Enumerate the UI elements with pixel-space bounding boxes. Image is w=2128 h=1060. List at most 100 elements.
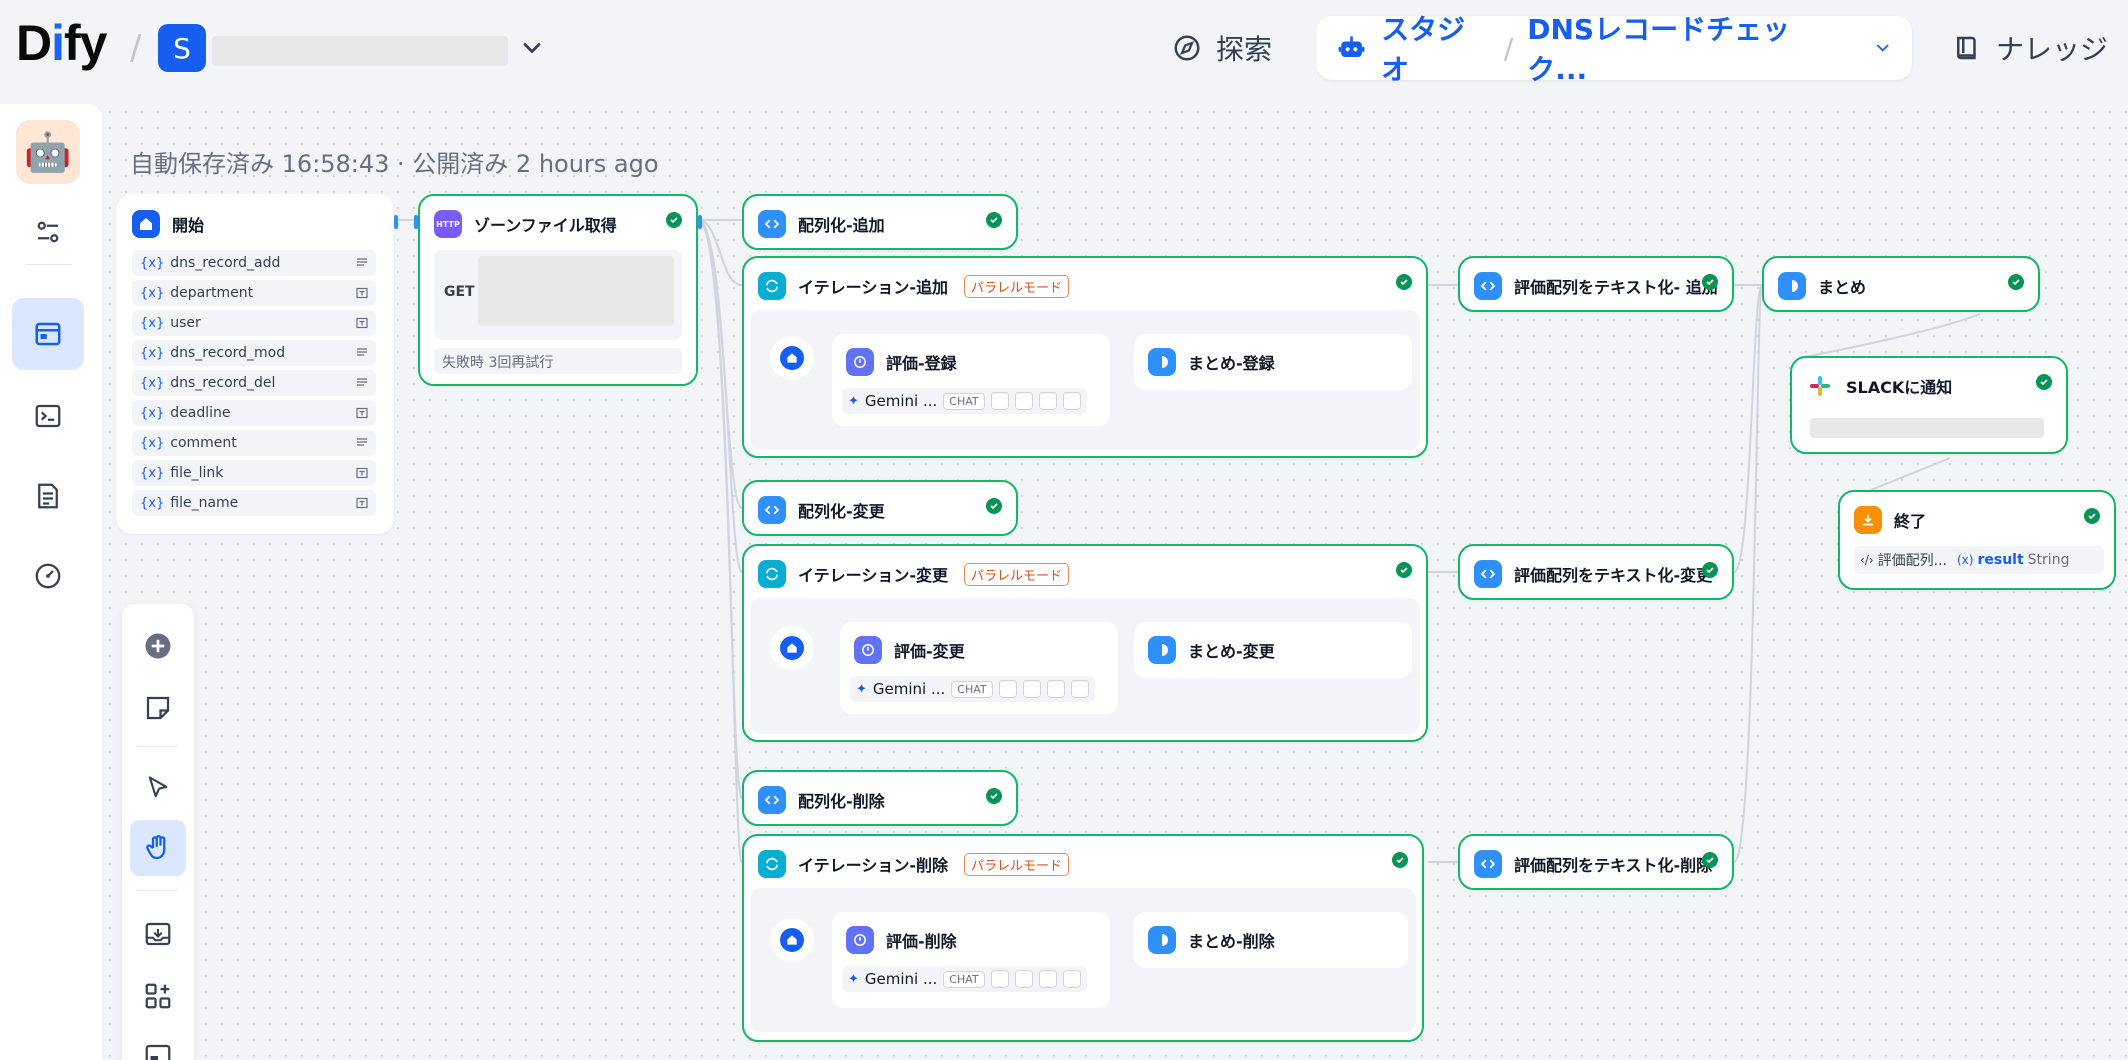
llm-icon [854,636,882,664]
iteration-start[interactable] [770,336,814,380]
gemini-icon: ✦ [856,681,867,697]
output-handle[interactable] [698,215,702,229]
text-input-icon [356,287,368,299]
document-icon [1014,392,1033,410]
model-selector[interactable]: ✦ Gemini ... CHAT [850,676,1095,702]
input-handle[interactable] [414,215,418,229]
paragraph-icon [357,438,367,446]
slack-node[interactable]: SLACKに通知 [1790,356,2068,454]
template-node-sum-del[interactable]: まとめ-削除 [1134,912,1408,968]
code-icon: ‹/› [1860,553,1874,567]
code-node-arr-del[interactable]: 配列化-削除 [742,770,1018,826]
audio-icon [1062,392,1081,410]
model-selector[interactable]: ✦ Gemini ... CHAT [842,966,1087,992]
paragraph-icon [357,378,367,386]
http-request-panel: GET [434,250,682,340]
slack-icon [1806,372,1834,400]
code-node-text-del[interactable]: 評価配列をテキスト化-削除 [1458,834,1734,890]
start-var-row[interactable]: {x} department [132,280,376,306]
code-icon [758,210,786,238]
iteration-body: 評価-登録 ✦ Gemini ... CHAT まとめ-登録 [750,310,1420,450]
organize-blocks-button[interactable] [130,968,186,1024]
hand-icon [146,835,166,860]
iteration-start[interactable] [770,918,814,962]
paragraph-icon [357,258,367,266]
start-var-row[interactable]: {x} dns_record_mod [132,340,376,366]
pointer-mode-button[interactable] [130,760,186,816]
code-node-arr-add[interactable]: 配列化-追加 [742,194,1018,250]
home-icon [780,928,804,952]
add-note-button[interactable] [130,680,186,736]
success-check-icon [986,788,1002,804]
add-node-button[interactable] [130,618,186,674]
code-node-arr-mod[interactable]: 配列化-変更 [742,480,1018,536]
success-check-icon [1396,562,1412,578]
success-check-icon [986,212,1002,228]
export-image-button[interactable] [130,906,186,962]
code-node-text-add[interactable]: 評価配列をテキスト化- 追加 [1458,256,1734,312]
start-var-row[interactable]: {x} dns_record_del [132,370,376,396]
paragraph-icon [357,348,367,356]
template-icon [1778,272,1806,300]
success-check-icon [2008,274,2024,290]
loop-icon [758,850,786,878]
code-icon [1474,560,1502,588]
text-input-icon [356,497,368,509]
success-check-icon [2084,508,2100,524]
loop-icon [758,272,786,300]
document-icon [1022,680,1041,698]
iteration-node-add[interactable]: イテレーション-追加 パラレルモード 評価-登録 ✦ Gemini ... CHAT … [742,256,1428,458]
canvas-toolbar [122,604,194,1060]
gemini-icon: ✦ [848,393,859,409]
home-icon [780,636,804,660]
output-handle[interactable] [394,215,398,229]
start-var-row[interactable]: {x} comment [132,430,376,456]
http-request-node[interactable]: HTTP ゾーンファイル取得 GET 失敗時 3回再試行 [414,194,702,386]
llm-node-eval-del[interactable]: 評価-削除 ✦ Gemini ... CHAT [832,912,1110,1008]
parallel-mode-badge: パラレルモード [964,852,1070,876]
start-var-row[interactable]: {x} file_name [132,490,376,516]
plus-circle-icon [145,633,171,659]
iteration-node-mod[interactable]: イテレーション-変更 パラレルモード 評価-変更 ✦ Gemini ... CHAT … [742,544,1428,742]
retry-info: 失敗時 3回再試行 [434,348,682,374]
video-icon [1046,680,1065,698]
start-var-row[interactable]: {x} file_link [132,460,376,486]
http-icon: HTTP [434,210,462,238]
success-check-icon [1702,562,1718,578]
hand-mode-button[interactable] [130,820,186,876]
model-selector[interactable]: ✦ Gemini ... CHAT [842,388,1087,414]
start-node[interactable]: 開始 {x} dns_record_add {x} department {x} us… [116,194,398,534]
template-icon [1148,348,1176,376]
start-var-row[interactable]: {x} user [132,310,376,336]
success-check-icon [1392,852,1408,868]
start-var-row[interactable]: {x} dns_record_add [132,250,376,276]
template-node-sum-mod[interactable]: まとめ-変更 [1134,622,1412,678]
template-node-summary[interactable]: まとめ [1762,256,2040,312]
iteration-start[interactable] [770,626,814,670]
start-var-row[interactable]: {x} deadline [132,400,376,426]
code-icon [758,786,786,814]
code-icon [1474,272,1502,300]
home-icon [780,346,804,370]
end-output-var[interactable]: ‹/› 評価配列... (x) result String [1854,546,2104,574]
slack-config-redacted [1810,418,2044,438]
minimap-button[interactable] [130,1028,186,1060]
map-icon [145,1044,171,1060]
image-download-icon [145,922,171,946]
text-input-icon [356,317,368,329]
sticky-note-icon [146,696,170,720]
document-icon [1014,970,1033,988]
end-node[interactable]: 終了 ‹/› 評価配列... (x) result String [1838,490,2116,590]
llm-node-eval-mod[interactable]: 評価-変更 ✦ Gemini ... CHAT [840,622,1118,714]
iteration-node-del[interactable]: イテレーション-削除 パラレルモード 評価-削除 ✦ Gemini ... CHAT … [742,834,1424,1042]
code-node-text-mod[interactable]: 評価配列をテキスト化-変更 [1458,544,1734,600]
parallel-mode-badge: パラレルモード [964,274,1070,298]
url-redacted [478,256,674,326]
cursor-icon [148,776,168,798]
parallel-mode-badge: パラレルモード [964,562,1070,586]
audio-icon [1070,680,1089,698]
loop-icon [758,560,786,588]
text-input-icon [356,407,368,419]
template-node-sum-add[interactable]: まとめ-登録 [1134,334,1412,390]
llm-node-eval-add[interactable]: 評価-登録 ✦ Gemini ... CHAT [832,334,1110,426]
